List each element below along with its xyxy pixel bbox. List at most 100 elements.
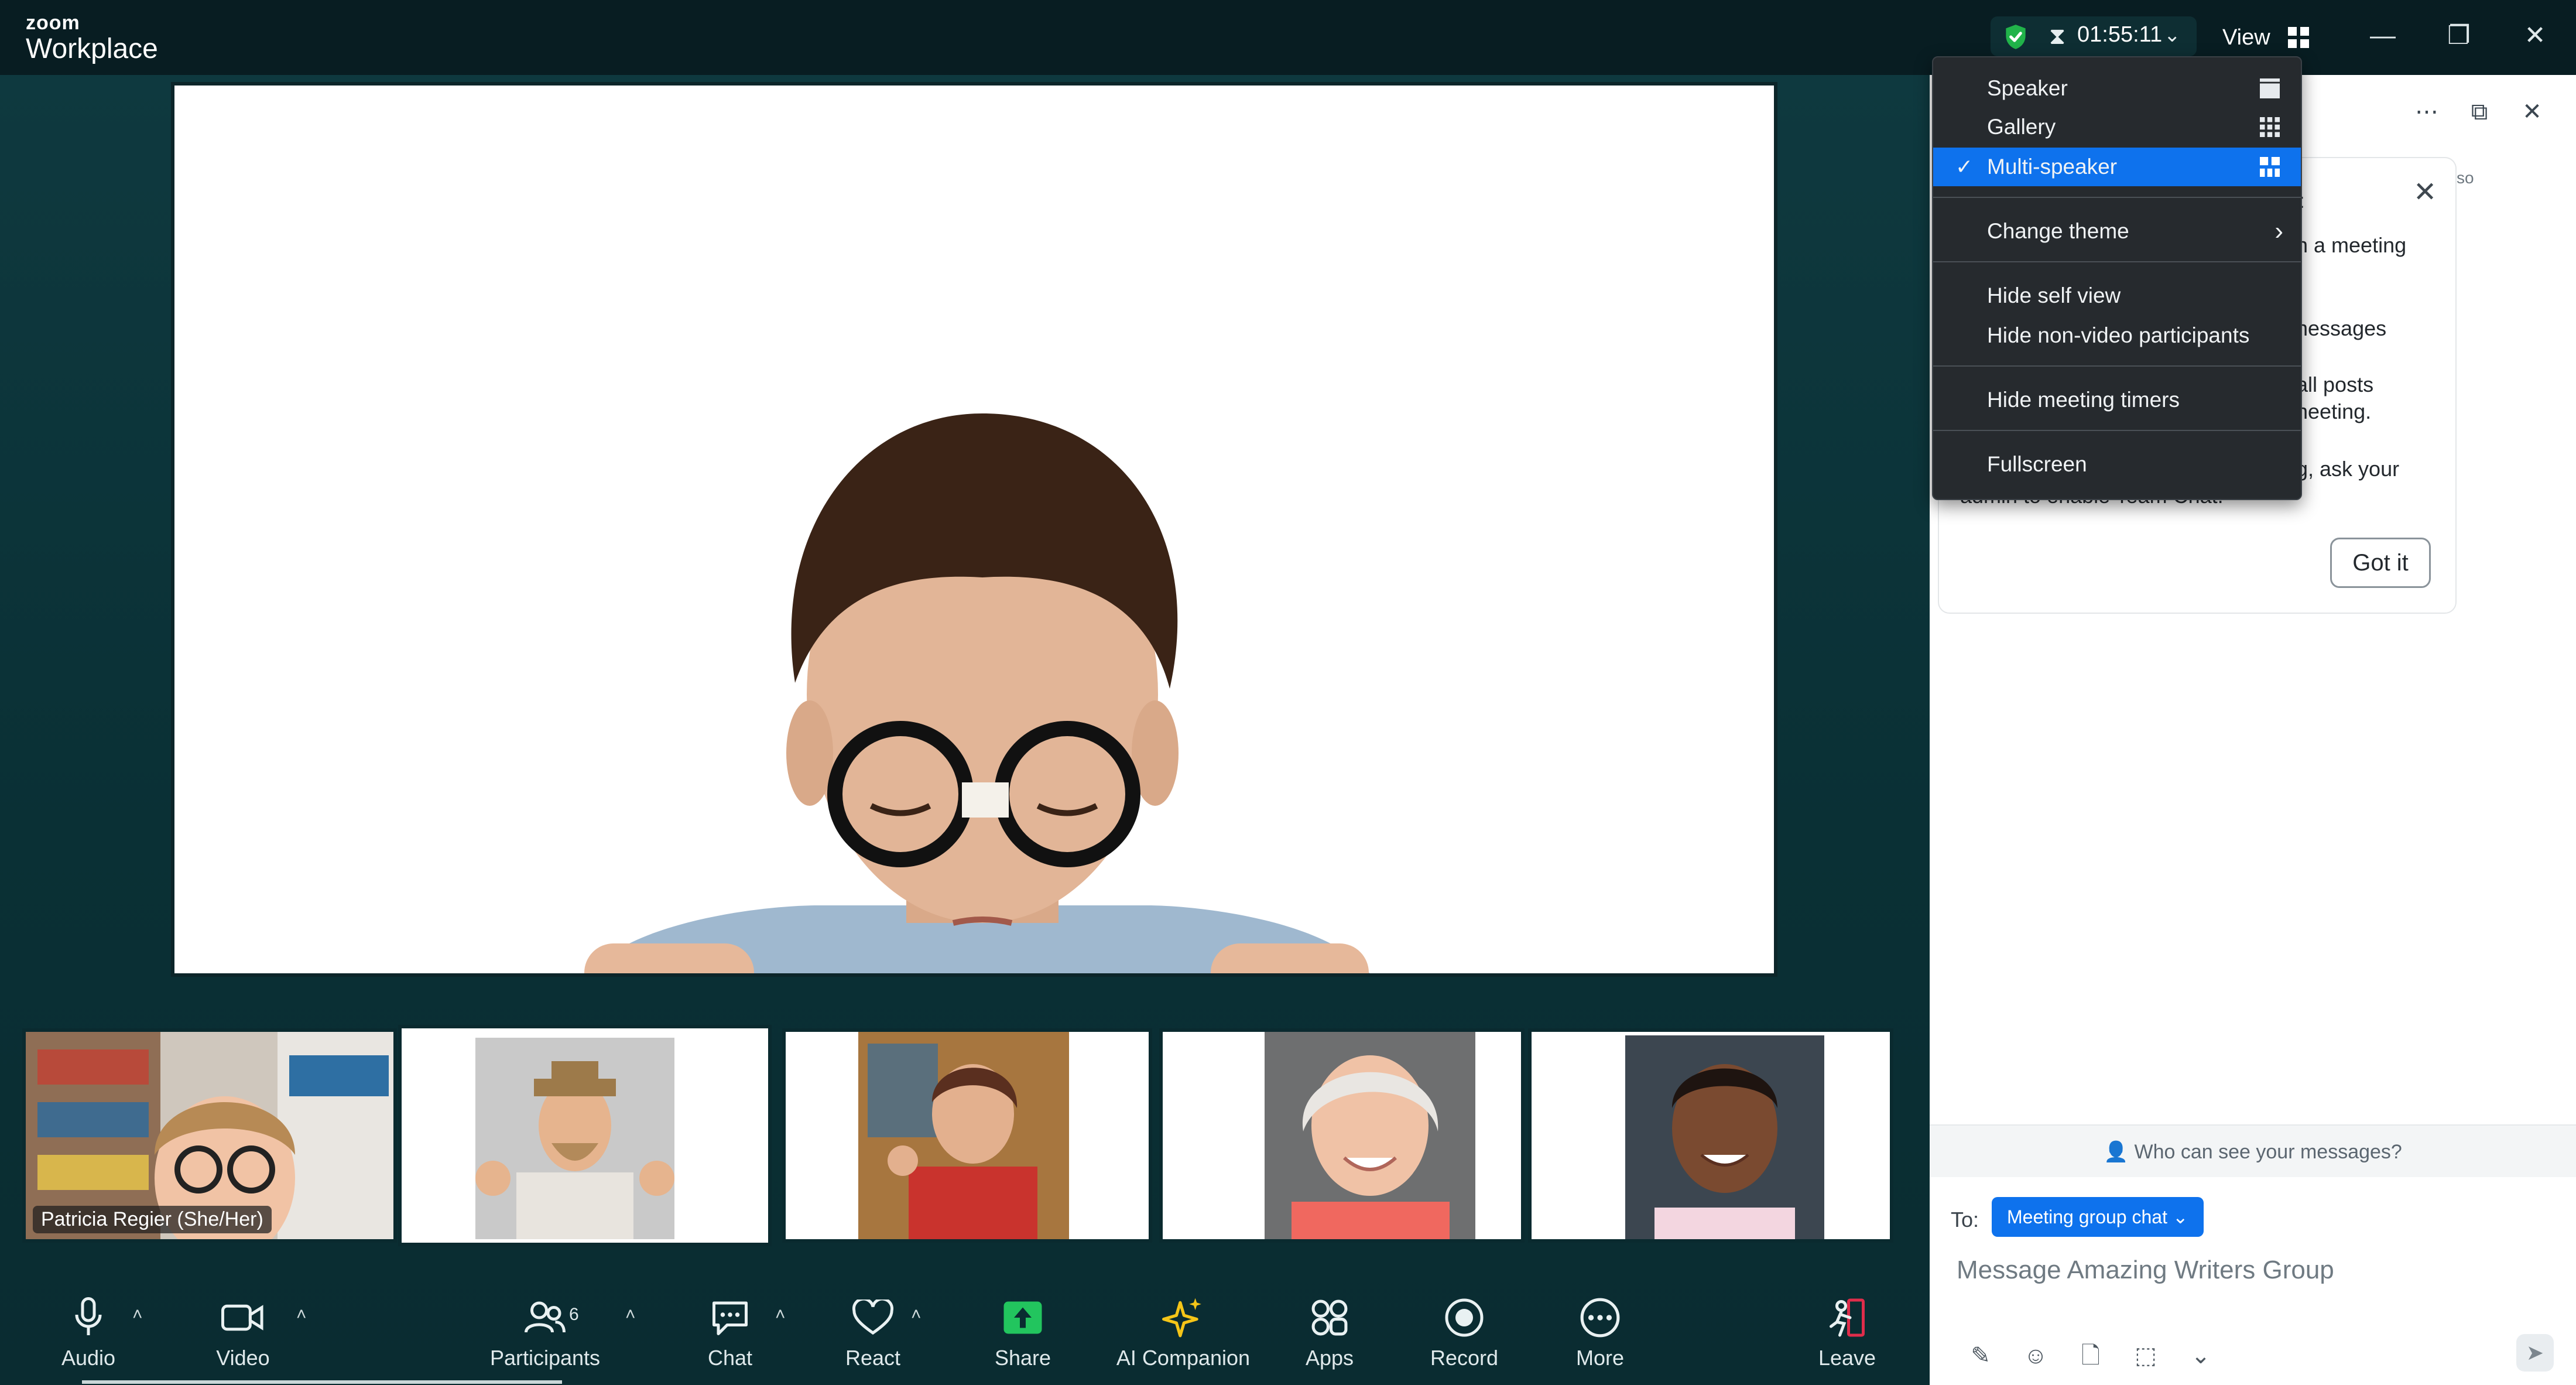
participants-count: 6 (569, 1305, 579, 1324)
ai-companion-button[interactable]: AI Companion (1110, 1294, 1256, 1370)
menu-item-hide-self-view[interactable]: Hide self view (1933, 276, 2301, 315)
more-options-icon[interactable]: ⋯ (2400, 98, 2453, 125)
participant-video (405, 1032, 765, 1239)
chevron-down-icon: ⌄ (2172, 1206, 2188, 1227)
participant-name-tag: Patricia Regier (She/Her) (33, 1206, 272, 1233)
screenshot-icon[interactable]: ⬚ (2118, 1342, 2173, 1369)
menu-item-hide-non-video-participants[interactable]: Hide non-video participants (1933, 316, 2301, 355)
audio-options-caret-icon[interactable]: ˄ (132, 1305, 143, 1325)
leave-door-icon (1830, 1298, 1865, 1337)
emoji-icon[interactable]: ☺ (2008, 1343, 2063, 1369)
view-menu: Speaker Gallery ✓ Multi-speaker Change t… (1932, 56, 2302, 500)
menu-item-label: Gallery (1987, 115, 2056, 139)
zoom-workplace-logo: zoom Workplace (26, 13, 158, 66)
tip-text-line: n a meeting (2296, 233, 2407, 257)
view-button[interactable]: View (2213, 16, 2318, 56)
panel-header-actions: ⋯ ⧉ ✕ (2400, 98, 2558, 125)
record-label: Record (1430, 1346, 1499, 1370)
video-button[interactable]: Video (170, 1294, 316, 1370)
react-label: React (845, 1346, 901, 1370)
chat-options-caret-icon[interactable]: ˄ (775, 1305, 786, 1325)
more-label: More (1575, 1346, 1625, 1370)
chevron-down-icon[interactable]: ⌄ (2164, 23, 2181, 47)
leave-button[interactable]: Leave (1774, 1294, 1920, 1370)
menu-item-gallery[interactable]: Gallery (1933, 108, 2301, 146)
react-options-caret-icon[interactable]: ˄ (911, 1305, 922, 1325)
react-button[interactable]: React (800, 1294, 946, 1370)
participants-options-caret-icon[interactable]: ˄ (625, 1305, 636, 1325)
format-text-icon[interactable]: ✎ (1953, 1342, 2008, 1369)
active-speaker-video[interactable] (171, 82, 1777, 977)
close-icon[interactable]: ✕ (2512, 15, 2558, 56)
ai-companion-label: AI Companion (1116, 1346, 1251, 1370)
menu-item-speaker[interactable]: Speaker (1933, 69, 2301, 108)
checkmark-icon: ✓ (1955, 155, 1974, 179)
gallery-layout-icon (2260, 117, 2280, 137)
menu-divider (1933, 430, 2301, 431)
menu-item-change-theme[interactable]: Change theme › (1933, 212, 2301, 251)
message-composer: To: Meeting group chat ⌄ Message Amazing… (1930, 1177, 2576, 1385)
apps-icon (1311, 1299, 1348, 1336)
video-options-caret-icon[interactable]: ˄ (296, 1305, 307, 1325)
leave-label: Leave (1818, 1346, 1876, 1370)
participant-video (1532, 1032, 1890, 1239)
more-button[interactable]: More (1527, 1294, 1673, 1370)
menu-item-label: Hide meeting timers (1987, 388, 2180, 412)
meeting-controls-toolbar: Audio ˄ Video ˄ Participants 6 ˄ Chat ˄ … (0, 1277, 1930, 1385)
pop-out-icon[interactable]: ⧉ (2453, 99, 2506, 125)
audio-label: Audio (61, 1346, 116, 1370)
restore-icon[interactable]: ❐ (2435, 15, 2482, 56)
record-icon (1445, 1298, 1484, 1337)
got-it-button[interactable]: Got it (2330, 538, 2431, 588)
minimize-icon[interactable]: — (2359, 15, 2406, 56)
hourglass-icon: ⧗ (2049, 23, 2066, 49)
apps-button[interactable]: Apps (1256, 1294, 1403, 1370)
menu-item-hide-meeting-timers[interactable]: Hide meeting timers (1933, 381, 2301, 419)
tip-text-line: all posts (2296, 372, 2374, 396)
message-input[interactable]: Message Amazing Writers Group (1957, 1256, 2334, 1285)
video-label: Video (216, 1346, 270, 1370)
close-panel-icon[interactable]: ✕ (2506, 98, 2558, 125)
send-button[interactable]: ➤ (2516, 1334, 2554, 1372)
participant-thumbnail[interactable] (398, 1025, 772, 1246)
participants-button[interactable]: Participants (472, 1294, 618, 1370)
tip-text-line: neeting. (2296, 399, 2372, 423)
sparkle-icon (1162, 1298, 1201, 1338)
menu-item-label: Speaker (1987, 76, 2068, 100)
brand-line-2: Workplace (26, 33, 158, 64)
menu-item-label: Hide self view (1987, 283, 2121, 307)
participants-label: Participants (489, 1346, 601, 1370)
menu-divider (1933, 197, 2301, 198)
recipient-dropdown[interactable]: Meeting group chat ⌄ (1992, 1197, 2204, 1237)
participant-video (786, 1032, 1149, 1239)
to-label: To: (1951, 1208, 1979, 1232)
zoom-meeting-window: zoom Workplace ⧗ 01:55:11 ⌄ View — ❐ ✕ P… (0, 0, 2576, 1385)
record-button[interactable]: Record (1391, 1294, 1537, 1370)
meeting-timer[interactable]: 01:55:11 (2077, 22, 2162, 47)
participant-thumbnail[interactable] (782, 1028, 1152, 1243)
shield-check-icon[interactable] (2001, 22, 2030, 52)
chevron-down-icon[interactable]: ⌄ (2173, 1342, 2228, 1369)
menu-divider (1933, 365, 2301, 367)
tip-corner-text: so (2457, 169, 2474, 187)
share-button[interactable]: Share (950, 1294, 1096, 1370)
participant-thumbnail[interactable] (1159, 1028, 1525, 1243)
menu-item-label: Change theme (1987, 219, 2129, 243)
recipient-label: Meeting group chat (2007, 1206, 2167, 1227)
speaker-image (584, 413, 1370, 973)
participant-thumbnail[interactable]: Patricia Regier (She/Her) (22, 1028, 397, 1243)
participants-icon (525, 1301, 566, 1333)
who-can-see-messages-link[interactable]: 👤 Who can see your messages? (1930, 1124, 2576, 1177)
participant-video (1163, 1032, 1521, 1239)
speaker-layout-icon (2260, 78, 2280, 98)
menu-item-label: Multi-speaker (1987, 155, 2118, 179)
person-lock-icon: 👤 (2104, 1141, 2129, 1163)
participant-thumbnail[interactable] (1528, 1028, 1893, 1243)
chevron-right-icon: › (2274, 217, 2283, 245)
close-tip-icon[interactable]: ✕ (2413, 176, 2437, 208)
file-icon[interactable]: 🗋 (2063, 1339, 2118, 1379)
chat-bubble-icon (712, 1301, 748, 1335)
grid-icon (2288, 26, 2310, 48)
menu-item-multi-speaker[interactable]: ✓ Multi-speaker (1933, 148, 2301, 186)
menu-item-fullscreen[interactable]: Fullscreen (1933, 445, 2301, 484)
